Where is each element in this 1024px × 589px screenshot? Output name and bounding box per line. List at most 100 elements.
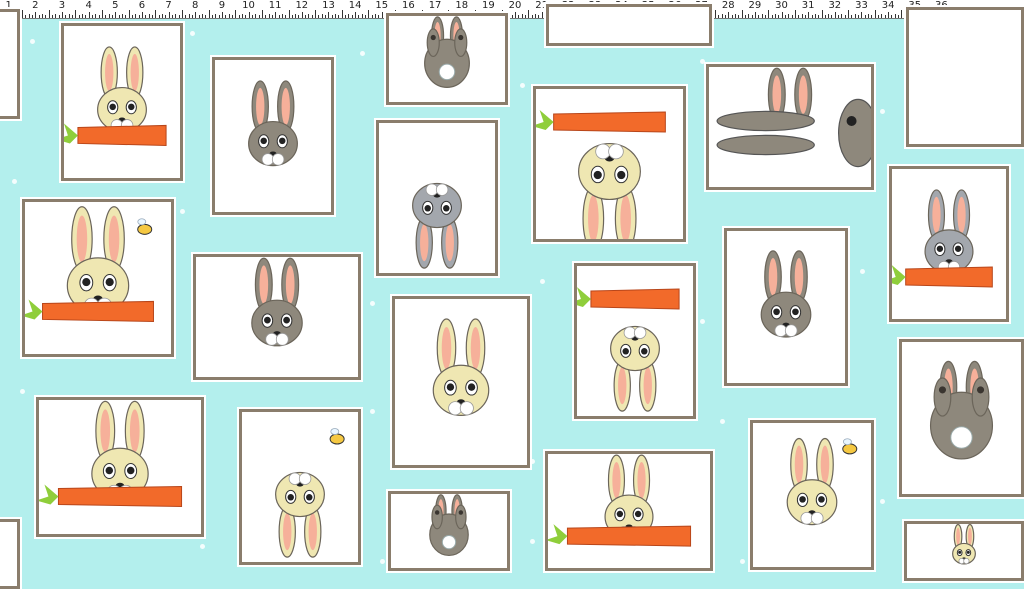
ruler-tick [798, 15, 800, 18]
carrot-icon [548, 524, 692, 547]
ruler-number: 34 [881, 0, 895, 11]
bunny-icon [66, 206, 130, 314]
carrot-body [42, 300, 154, 322]
bunny-ear-inner [470, 326, 481, 370]
bunny-ear-inner [957, 196, 966, 234]
bunny-icon [91, 400, 149, 500]
ruler-tick [761, 14, 763, 18]
ruler-tick [291, 15, 293, 18]
bunny-cheek [435, 183, 449, 196]
ruler-tick [768, 10, 770, 18]
ruler-tick [778, 15, 780, 18]
ruler-tick [298, 15, 300, 18]
background-dot [370, 301, 375, 306]
bunny-icon [251, 257, 303, 347]
ruler-tick [305, 15, 307, 18]
bunny-pupil [773, 308, 780, 316]
ruler-tick [48, 10, 50, 18]
bee-icon [329, 428, 345, 445]
ruler-tick [531, 15, 533, 18]
bunny-ear-inner [420, 224, 429, 262]
bunny-tail [438, 63, 456, 81]
bunny-pupil [446, 383, 455, 391]
bunny-pupil [634, 510, 642, 518]
ruler-number: 31 [801, 0, 815, 11]
bunny-ear-inner [281, 87, 290, 126]
ruler-tick [241, 14, 243, 18]
carrot-leaves [39, 484, 59, 505]
ruler-tick [238, 15, 240, 18]
background-dot [360, 51, 365, 56]
panel-gray-bunny-ears-sideways [706, 64, 874, 190]
bunny-tail [441, 534, 457, 550]
bee-wing [330, 428, 340, 435]
bunny-illustration [786, 437, 858, 526]
bunny-ear-inner [932, 196, 941, 234]
foot-pad [458, 34, 464, 41]
ruler-tick [175, 14, 177, 18]
ruler-tick [901, 10, 903, 18]
panel-cream-bunny-carrot-mouth [61, 23, 183, 181]
ruler-tick [25, 15, 27, 18]
bunny-ear-inner [612, 461, 621, 499]
bunny-pupil [264, 316, 271, 324]
bunny-illustration [952, 524, 976, 565]
ruler-tick [381, 12, 383, 18]
bunny-illustration [716, 67, 871, 168]
bunny-cheek [633, 326, 647, 339]
bunny-ear-inner [108, 215, 120, 263]
ruler-tick [328, 12, 330, 18]
ruler-tick [734, 14, 736, 18]
background-dot [530, 459, 535, 464]
ruler-tick [808, 12, 810, 18]
bunny-ear-inner [441, 326, 452, 370]
bunny-pupil [443, 205, 450, 212]
ruler-tick [118, 15, 120, 18]
bunny-pupil [287, 494, 294, 501]
ruler-tick [135, 14, 137, 18]
background-dot [860, 269, 865, 274]
foot-pad [938, 386, 947, 394]
ruler-tick [351, 15, 353, 18]
ruler-tick [28, 14, 30, 18]
fabric-print-field [0, 4, 1024, 589]
ruler-tick [255, 14, 257, 18]
bunny-tail [950, 426, 973, 449]
ruler-tick [355, 12, 357, 18]
background-dot [530, 539, 535, 544]
foot-pad [430, 34, 436, 41]
bunny-illustration [577, 287, 680, 412]
bunny-illustration [536, 110, 666, 239]
carrot-icon [536, 110, 666, 133]
ruler-number: 6 [138, 0, 146, 11]
bunny-icon [275, 471, 325, 558]
background-dot [180, 209, 185, 214]
ruler-tick [71, 15, 73, 18]
bunny-pupil [109, 103, 116, 111]
ruler-tick [121, 14, 123, 18]
ruler-tick [325, 15, 327, 18]
ruler-tick [45, 15, 47, 18]
bunny-ear-inner [100, 409, 111, 453]
ruler-number: 2 [32, 0, 39, 11]
ruler-number: 28 [721, 0, 735, 11]
ruler-tick [201, 14, 203, 18]
ruler-tick [728, 12, 730, 18]
ruler-tick [824, 15, 826, 18]
ruler-tick [861, 12, 863, 18]
bunny-ear-inner [956, 527, 961, 546]
panel-cream-bunny-twisted-ears-top [904, 521, 1024, 581]
bunny-illustration [432, 318, 490, 416]
ruler-tick [365, 15, 367, 18]
ruler-tick [285, 15, 287, 18]
ruler-tick [85, 15, 87, 18]
ruler-number: 12 [295, 0, 309, 11]
ruler-tick [854, 14, 856, 18]
bunny-illustration [64, 46, 167, 146]
bunny-head [838, 98, 871, 168]
bee-icon [842, 438, 858, 455]
bunny-ear [716, 110, 815, 132]
bunny-icon [610, 325, 660, 412]
bee-wing [843, 438, 852, 446]
ruler-tick [281, 14, 283, 18]
